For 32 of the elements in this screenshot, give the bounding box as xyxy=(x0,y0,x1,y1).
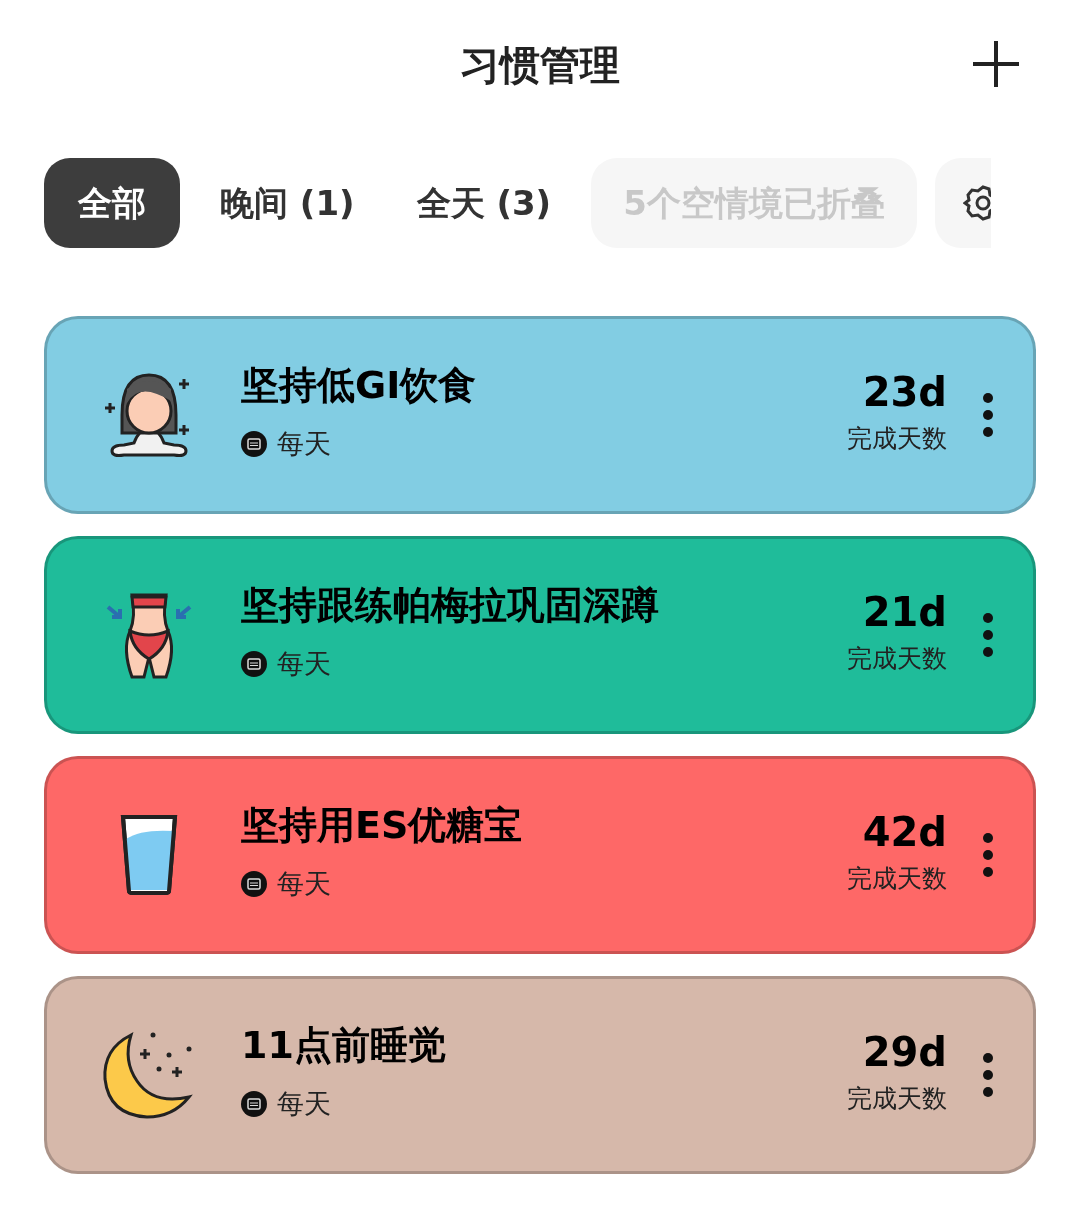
days-count: 21d xyxy=(862,592,947,633)
habit-title: 11点前睡觉 xyxy=(241,1025,447,1064)
filter-tab[interactable]: 全天 (3) xyxy=(394,158,574,248)
habit-title: 坚持用ES优糖宝 xyxy=(241,805,524,844)
calendar-icon xyxy=(241,871,267,897)
habit-title: 坚持低GI饮食 xyxy=(241,365,478,404)
calendar-icon xyxy=(241,1091,267,1117)
days-count: 23d xyxy=(862,372,947,413)
settings-chip[interactable] xyxy=(934,158,991,248)
filter-tab[interactable]: 晚间 (1) xyxy=(198,158,377,248)
days-label: 完成天数 xyxy=(847,423,947,456)
habit-card[interactable]: 坚持用ES优糖宝 每天 42d 完成天数 xyxy=(44,756,1036,954)
frequency-label: 每天 xyxy=(277,646,331,681)
days-label: 完成天数 xyxy=(847,863,947,896)
days-label: 完成天数 xyxy=(847,1083,947,1116)
habit-card[interactable]: 坚持低GI饮食 每天 23d 完成天数 xyxy=(44,316,1036,514)
frequency-label: 每天 xyxy=(277,426,331,461)
water-glass-icon xyxy=(119,813,179,897)
settings-icon xyxy=(962,183,991,223)
filter-tab[interactable]: 全部 xyxy=(44,158,180,248)
habit-card[interactable]: 坚持跟练帕梅拉巩固深蹲 每天 21d 完成天数 xyxy=(44,536,1036,734)
frequency-label: 每天 xyxy=(277,866,331,901)
calendar-icon xyxy=(241,651,267,677)
days-label: 完成天数 xyxy=(847,643,947,676)
page-title: 习惯管理 xyxy=(460,41,620,90)
habit-card[interactable]: 11点前睡觉 每天 29d 完成天数 xyxy=(44,976,1036,1174)
days-count: 29d xyxy=(862,1032,947,1073)
calendar-icon xyxy=(241,431,267,457)
frequency-label: 每天 xyxy=(277,1086,331,1121)
habit-title: 坚持跟练帕梅拉巩固深蹲 xyxy=(241,585,660,624)
days-count: 42d xyxy=(862,812,947,853)
plus-icon xyxy=(971,39,1021,89)
